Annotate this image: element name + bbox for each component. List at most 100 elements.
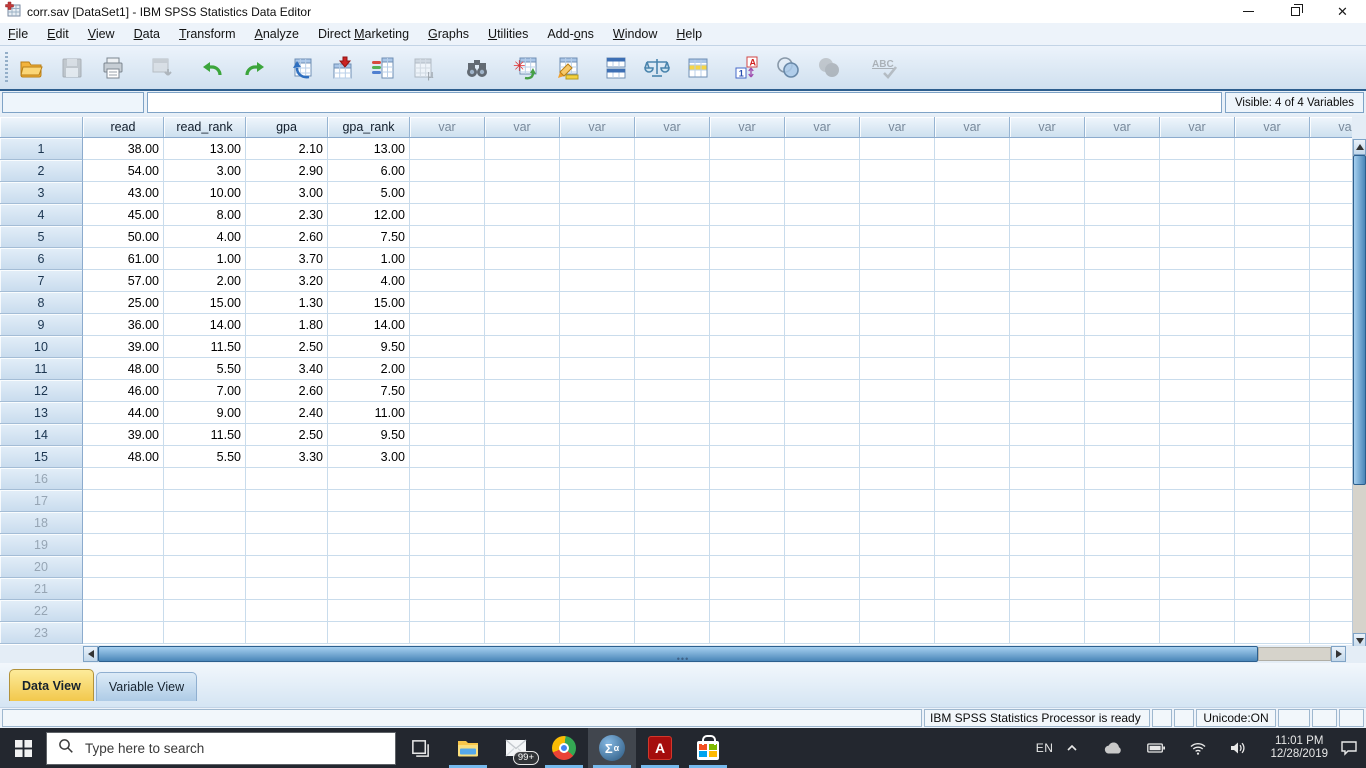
cell-empty[interactable] (485, 402, 560, 424)
cell-empty[interactable] (1235, 468, 1310, 490)
cell-empty[interactable] (410, 512, 485, 534)
cell-empty[interactable] (785, 138, 860, 160)
cell-empty[interactable] (485, 182, 560, 204)
cell-empty[interactable] (1085, 138, 1160, 160)
cell-6-read_rank[interactable]: 1.00 (164, 248, 246, 270)
cell-empty[interactable] (635, 160, 710, 182)
cell-empty[interactable] (1085, 270, 1160, 292)
cell-empty[interactable] (410, 600, 485, 622)
row-number-19[interactable]: 19 (0, 534, 83, 556)
cell-empty[interactable] (785, 314, 860, 336)
cell-empty[interactable] (710, 622, 785, 644)
cell-8-gpa[interactable]: 1.30 (246, 292, 328, 314)
cell-13-read_rank[interactable]: 9.00 (164, 402, 246, 424)
cell-empty[interactable] (485, 424, 560, 446)
cell-empty[interactable] (860, 490, 935, 512)
cell-empty[interactable] (1085, 358, 1160, 380)
cell-12-gpa[interactable]: 2.60 (246, 380, 328, 402)
cell-empty[interactable] (83, 600, 164, 622)
cell-empty[interactable] (1085, 226, 1160, 248)
cell-empty[interactable] (1310, 446, 1352, 468)
cell-1-gpa_rank[interactable]: 13.00 (328, 138, 410, 160)
cell-empty[interactable] (560, 446, 635, 468)
cell-empty[interactable] (485, 138, 560, 160)
cell-empty[interactable] (1235, 314, 1310, 336)
cell-empty[interactable] (1085, 534, 1160, 556)
cell-11-gpa_rank[interactable]: 2.00 (328, 358, 410, 380)
cell-empty[interactable] (1085, 512, 1160, 534)
cell-empty[interactable] (485, 490, 560, 512)
cell-empty[interactable] (1235, 534, 1310, 556)
cell-7-gpa[interactable]: 3.20 (246, 270, 328, 292)
cell-empty[interactable] (935, 468, 1010, 490)
cell-empty[interactable] (860, 578, 935, 600)
cell-empty[interactable] (785, 468, 860, 490)
row-number-18[interactable]: 18 (0, 512, 83, 534)
cell-empty[interactable] (410, 336, 485, 358)
cell-empty[interactable] (560, 600, 635, 622)
cell-empty[interactable] (1235, 622, 1310, 644)
cell-empty[interactable] (328, 468, 410, 490)
cell-empty[interactable] (560, 292, 635, 314)
cell-empty[interactable] (785, 402, 860, 424)
row-number-23[interactable]: 23 (0, 622, 83, 644)
grid-corner-cell[interactable] (0, 117, 83, 138)
cell-empty[interactable] (328, 512, 410, 534)
cell-empty[interactable] (560, 380, 635, 402)
cell-empty[interactable] (1235, 424, 1310, 446)
cell-empty[interactable] (560, 622, 635, 644)
cell-empty[interactable] (935, 138, 1010, 160)
cell-empty[interactable] (635, 358, 710, 380)
scroll-up-button[interactable] (1353, 139, 1366, 155)
cell-value-box[interactable] (147, 92, 1222, 113)
cell-empty[interactable] (635, 248, 710, 270)
cell-empty[interactable] (1235, 138, 1310, 160)
cell-empty[interactable] (785, 446, 860, 468)
cell-empty[interactable] (410, 490, 485, 512)
taskbar-app-spss[interactable]: Σα (588, 728, 636, 768)
cell-empty[interactable] (935, 182, 1010, 204)
cell-empty[interactable] (1160, 336, 1235, 358)
cell-empty[interactable] (1310, 402, 1352, 424)
cell-empty[interactable] (635, 622, 710, 644)
cell-6-gpa_rank[interactable]: 1.00 (328, 248, 410, 270)
cell-empty[interactable] (246, 468, 328, 490)
menu-file[interactable]: File (8, 27, 28, 41)
cell-empty[interactable] (785, 424, 860, 446)
cell-empty[interactable] (1010, 336, 1085, 358)
cell-empty[interactable] (1310, 182, 1352, 204)
cell-empty[interactable] (935, 292, 1010, 314)
cell-empty[interactable] (1160, 204, 1235, 226)
cell-empty[interactable] (635, 314, 710, 336)
cell-empty[interactable] (1310, 512, 1352, 534)
cell-empty[interactable] (485, 160, 560, 182)
cell-empty[interactable] (860, 556, 935, 578)
cell-empty[interactable] (328, 490, 410, 512)
cell-empty[interactable] (1085, 314, 1160, 336)
cell-8-read[interactable]: 25.00 (83, 292, 164, 314)
cell-empty[interactable] (785, 490, 860, 512)
cell-empty[interactable] (485, 468, 560, 490)
cell-empty[interactable] (635, 468, 710, 490)
cell-empty[interactable] (485, 600, 560, 622)
cell-empty[interactable] (560, 138, 635, 160)
cell-empty[interactable] (485, 270, 560, 292)
cell-empty[interactable] (1160, 490, 1235, 512)
cell-empty[interactable] (410, 160, 485, 182)
cell-empty[interactable] (83, 468, 164, 490)
cell-empty[interactable] (328, 534, 410, 556)
cell-empty[interactable] (1160, 600, 1235, 622)
cell-empty[interactable] (1160, 578, 1235, 600)
cell-empty[interactable] (785, 336, 860, 358)
cell-empty[interactable] (710, 490, 785, 512)
cell-empty[interactable] (1310, 534, 1352, 556)
taskbar-app-chrome[interactable] (540, 728, 588, 768)
cell-empty[interactable] (935, 358, 1010, 380)
cell-empty[interactable] (560, 336, 635, 358)
cell-empty[interactable] (935, 490, 1010, 512)
cell-9-read_rank[interactable]: 14.00 (164, 314, 246, 336)
column-header-var[interactable]: var (785, 117, 860, 138)
cell-empty[interactable] (785, 534, 860, 556)
menu-add-ons[interactable]: Add-ons (547, 27, 594, 41)
cell-empty[interactable] (1160, 380, 1235, 402)
